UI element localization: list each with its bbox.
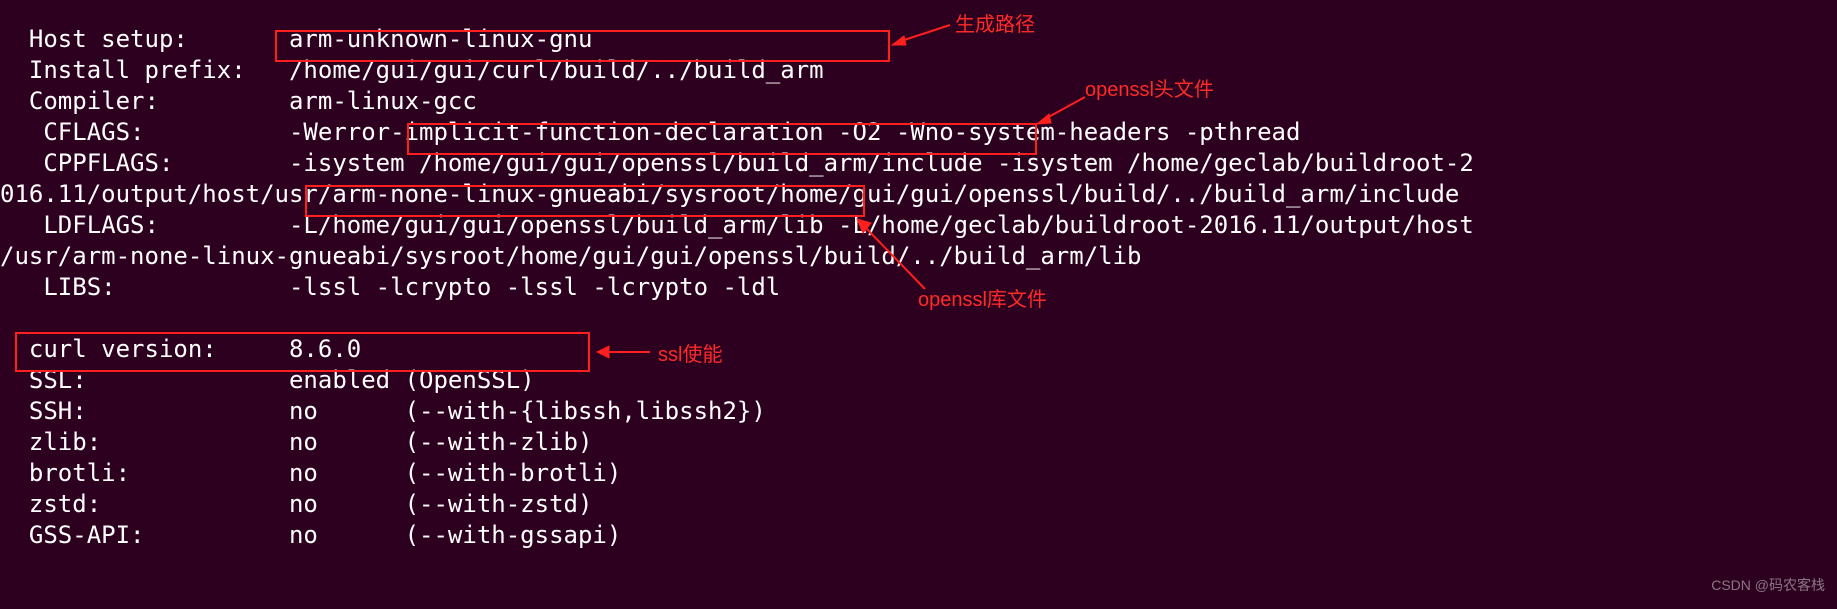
line-ldflags-cont: /usr/arm-none-linux-gnueabi/sysroot/home… bbox=[0, 242, 1142, 270]
line-ssh: SSH: no (--with-{libssh,libssh2}) bbox=[0, 397, 766, 425]
line-libs: LIBS: -lssl -lcrypto -lssl -lcrypto -ldl bbox=[0, 273, 780, 301]
annotation-ssl-enable: ssl使能 bbox=[658, 340, 722, 371]
line-compiler: Compiler: arm-linux-gcc bbox=[0, 87, 477, 115]
watermark: CSDN @码农客栈 bbox=[1711, 570, 1825, 601]
line-gssapi: GSS-API: no (--with-gssapi) bbox=[0, 521, 621, 549]
arrow-ssl-enable bbox=[595, 342, 655, 362]
line-zlib: zlib: no (--with-zlib) bbox=[0, 428, 592, 456]
highlight-ssl-enabled bbox=[15, 332, 590, 372]
line-brotli: brotli: no (--with-brotli) bbox=[0, 459, 621, 487]
highlight-install-prefix bbox=[275, 30, 890, 62]
terminal-output: Host setup: arm-unknown-linux-gnu Instal… bbox=[0, 24, 1474, 551]
annotation-openssl-header: openssl头文件 bbox=[1085, 75, 1214, 106]
arrow-install-prefix bbox=[890, 20, 960, 50]
highlight-openssl-include bbox=[407, 123, 1037, 155]
line-zstd: zstd: no (--with-zstd) bbox=[0, 490, 592, 518]
highlight-openssl-lib bbox=[305, 185, 865, 217]
annotation-install-prefix: 生成路径 bbox=[955, 10, 1035, 41]
annotation-openssl-lib: openssl库文件 bbox=[918, 285, 1047, 316]
